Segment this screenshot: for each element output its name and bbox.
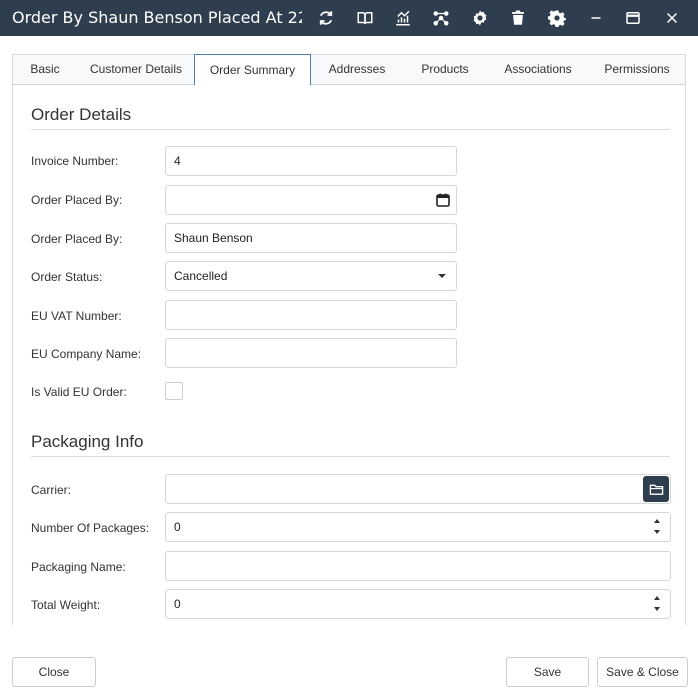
packaging-name-label: Packaging Name: — [31, 560, 126, 574]
eu-company-name-label: EU Company Name: — [31, 347, 142, 361]
nodes-icon[interactable] — [429, 6, 453, 30]
gear-icon[interactable] — [545, 6, 569, 30]
book-icon[interactable] — [353, 6, 377, 30]
decrement-icon[interactable] — [654, 530, 660, 534]
carrier-browse-button[interactable] — [643, 476, 669, 502]
tab-addresses[interactable]: Addresses — [313, 54, 401, 85]
is-valid-eu-order-label: Is Valid EU Order: — [31, 385, 127, 399]
trash-icon[interactable] — [506, 6, 530, 30]
increment-icon[interactable] — [654, 596, 660, 600]
order-placed-by-input[interactable]: Shaun Benson — [165, 223, 457, 253]
increment-icon[interactable] — [654, 519, 660, 523]
number-of-packages-input[interactable]: 0 — [165, 512, 671, 542]
total-weight-stepper[interactable] — [654, 594, 662, 614]
minimize-icon[interactable] — [584, 6, 608, 30]
order-status-label: Order Status: — [31, 270, 103, 284]
tab-permissions[interactable]: Permissions — [589, 54, 685, 85]
section-divider — [31, 129, 670, 130]
invoice-number-label: Invoice Number: — [31, 154, 119, 168]
chevron-down-icon — [438, 274, 446, 278]
tab-products[interactable]: Products — [403, 54, 487, 85]
eu-vat-number-label: EU VAT Number: — [31, 309, 122, 323]
packaging-info-heading: Packaging Info — [31, 432, 144, 451]
folder-icon — [649, 484, 663, 495]
order-placed-date-label: Order Placed By: — [31, 193, 123, 207]
eu-vat-number-input[interactable] — [165, 300, 457, 330]
number-of-packages-label: Number Of Packages: — [31, 521, 150, 535]
order-summary-panel: Order Details Invoice Number: 4 Order Pl… — [12, 85, 686, 625]
order-details-heading: Order Details — [31, 105, 132, 124]
tab-bar: Basic Customer Details Order Summary Add… — [12, 54, 686, 86]
decrement-icon[interactable] — [654, 607, 660, 611]
packaging-name-input[interactable] — [165, 551, 671, 581]
order-status-select[interactable]: Cancelled — [165, 261, 457, 291]
total-weight-label: Total Weight: — [31, 598, 101, 612]
chart-icon[interactable] — [391, 6, 415, 30]
maximize-icon[interactable] — [621, 6, 645, 30]
tab-customer-details[interactable]: Customer Details — [79, 54, 193, 85]
invoice-number-input[interactable]: 4 — [165, 146, 457, 176]
carrier-label: Carrier: — [31, 483, 72, 497]
title-bar: Order By Shaun Benson Placed At 22... — [0, 0, 698, 36]
order-window: Order By Shaun Benson Placed At 22... Ba… — [0, 0, 698, 700]
order-status-value: Cancelled — [174, 269, 228, 283]
carrier-input[interactable] — [165, 474, 671, 504]
number-of-packages-value: 0 — [174, 520, 181, 534]
order-placed-by-label: Order Placed By: — [31, 232, 123, 246]
close-icon[interactable] — [660, 6, 684, 30]
close-button[interactable]: Close — [12, 657, 96, 687]
save-and-close-button[interactable]: Save & Close — [597, 657, 688, 687]
tab-order-summary[interactable]: Order Summary — [194, 54, 311, 86]
tab-associations[interactable]: Associations — [489, 54, 587, 85]
total-weight-value: 0 — [174, 597, 181, 611]
save-button[interactable]: Save — [506, 657, 589, 687]
tab-basic[interactable]: Basic — [13, 54, 77, 85]
number-of-packages-stepper[interactable] — [654, 517, 662, 537]
eu-company-name-input[interactable] — [165, 338, 457, 368]
is-valid-eu-order-checkbox[interactable] — [165, 382, 183, 400]
calendar-icon[interactable] — [436, 193, 450, 207]
total-weight-input[interactable]: 0 — [165, 589, 671, 619]
section-divider — [31, 456, 670, 457]
refresh-icon[interactable] — [314, 6, 338, 30]
window-title: Order By Shaun Benson Placed At 22... — [12, 8, 302, 27]
order-placed-date-input[interactable] — [165, 185, 457, 215]
settings-cog-icon[interactable] — [468, 6, 492, 30]
